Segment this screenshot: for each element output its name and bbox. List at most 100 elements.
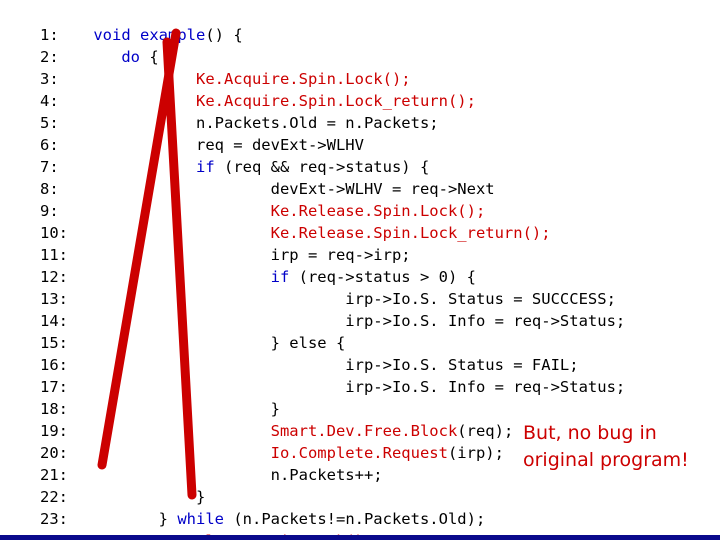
- code-token: (req->status > 0) {: [289, 268, 476, 286]
- code-token: n.Packets.Old = n.Packets;: [195, 114, 439, 132]
- code-line: 22: }: [40, 486, 680, 508]
- code-line-text: irp->Io.S. Info = req->Status;: [84, 310, 625, 332]
- code-line-number: 18:: [40, 400, 68, 418]
- code-line-number: 12:: [40, 268, 68, 286]
- code-line-text: }: [84, 486, 205, 508]
- code-token: () {: [205, 26, 243, 44]
- code-line: 9: Ke.Release.Spin.Lock();: [40, 200, 680, 222]
- code-line-text: if (req->status > 0) {: [84, 266, 476, 288]
- code-line-text: do {: [84, 46, 159, 68]
- code-line: 11: irp = req->irp;: [40, 244, 680, 266]
- code-line-text: Ke.Acquire.Spin.Lock_return();: [84, 90, 476, 112]
- code-line-number: 23:: [40, 510, 68, 528]
- code-token: irp->Io.S. Status = FAIL;: [345, 356, 579, 374]
- code-token: (irp);: [447, 444, 504, 462]
- code-line-number: 19:: [40, 422, 68, 440]
- code-token: Ke.Acquire.Spin.Lock();: [195, 70, 411, 88]
- code-line-text: irp->Io.S. Status = SUCCCESS;: [84, 288, 616, 310]
- code-line-number: 1:: [40, 26, 59, 44]
- code-line: 1: void example() {: [40, 24, 680, 46]
- code-token: Smart.Dev.Free.Block: [270, 422, 458, 440]
- code-token: devExt->WLHV = req->Next: [270, 180, 495, 198]
- code-token: irp->Io.S. Status = SUCCCESS;: [345, 290, 616, 308]
- code-token: irp->Io.S. Info = req->Status;: [345, 312, 626, 330]
- code-line: 17: irp->Io.S. Info = req->Status;: [40, 376, 680, 398]
- code-line-text: devExt->WLHV = req->Next: [84, 178, 495, 200]
- code-line-text: irp->Io.S. Status = FAIL;: [84, 354, 579, 376]
- code-token: req = devExt->WLHV: [195, 136, 364, 154]
- code-line-text: } while (n.Packets!=n.Packets.Old);: [84, 508, 486, 530]
- code-line-text: Smart.Dev.Free.Block(req);: [84, 420, 514, 442]
- code-line-text: req = devExt->WLHV: [84, 134, 364, 156]
- code-line-number: 22:: [40, 488, 68, 506]
- code-token: irp->Io.S. Info = req->Status;: [345, 378, 626, 396]
- code-token: Ke.Release.Spin.Lock_return();: [270, 224, 551, 242]
- code-token: n.Packets++;: [270, 466, 383, 484]
- bottom-accent-bar: [0, 535, 720, 540]
- code-line-text: Ke.Release.Spin.Lock_return();: [84, 222, 551, 244]
- code-line-number: 2:: [40, 48, 59, 66]
- code-line: 6: req = devExt->WLHV: [40, 134, 680, 156]
- code-line-text: } else {: [84, 332, 346, 354]
- code-token: example: [140, 26, 206, 44]
- code-line-text: Ke.Release.Spin.Lock();: [84, 200, 486, 222]
- code-token: (req && req->status) {: [214, 158, 430, 176]
- code-line: 15: } else {: [40, 332, 680, 354]
- code-token: (req);: [457, 422, 514, 440]
- code-line: 14: irp->Io.S. Info = req->Status;: [40, 310, 680, 332]
- code-line-number: 14:: [40, 312, 68, 330]
- code-line-number: 13:: [40, 290, 68, 308]
- slide-canvas: 1: void example() {2: do {3: Ke.Acquire.…: [0, 0, 720, 540]
- code-line-text: n.Packets.Old = n.Packets;: [84, 112, 439, 134]
- code-line-number: 17:: [40, 378, 68, 396]
- code-token: }: [270, 400, 280, 418]
- code-token: }: [158, 510, 178, 528]
- code-token: (n.Packets!=n.Packets.Old);: [224, 510, 486, 528]
- code-line-number: 11:: [40, 246, 68, 264]
- code-token: {: [140, 48, 159, 66]
- code-line-number: 20:: [40, 444, 68, 462]
- code-token: Ke.Release.Spin.Lock();: [270, 202, 486, 220]
- code-line-number: 7:: [40, 158, 59, 176]
- code-line: 16: irp->Io.S. Status = FAIL;: [40, 354, 680, 376]
- code-line: 18: }: [40, 398, 680, 420]
- code-token: do: [121, 48, 140, 66]
- code-line-text: n.Packets++;: [84, 464, 383, 486]
- code-token: Io.Complete.Request: [270, 444, 448, 462]
- code-line-text: }: [84, 398, 280, 420]
- code-token: if: [270, 268, 290, 286]
- code-line: 8: devExt->WLHV = req->Next: [40, 178, 680, 200]
- code-token: }: [195, 488, 206, 506]
- code-line-number: 8:: [40, 180, 59, 198]
- code-token: void: [93, 26, 141, 44]
- code-token: if: [195, 158, 215, 176]
- code-line-text: if (req && req->status) {: [84, 156, 429, 178]
- code-line-number: 4:: [40, 92, 59, 110]
- code-line-text: Ke.Acquire.Spin.Lock();: [84, 68, 411, 90]
- code-line: 12: if (req->status > 0) {: [40, 266, 680, 288]
- code-line-number: 9:: [40, 202, 59, 220]
- code-line: 10: Ke.Release.Spin.Lock_return();: [40, 222, 680, 244]
